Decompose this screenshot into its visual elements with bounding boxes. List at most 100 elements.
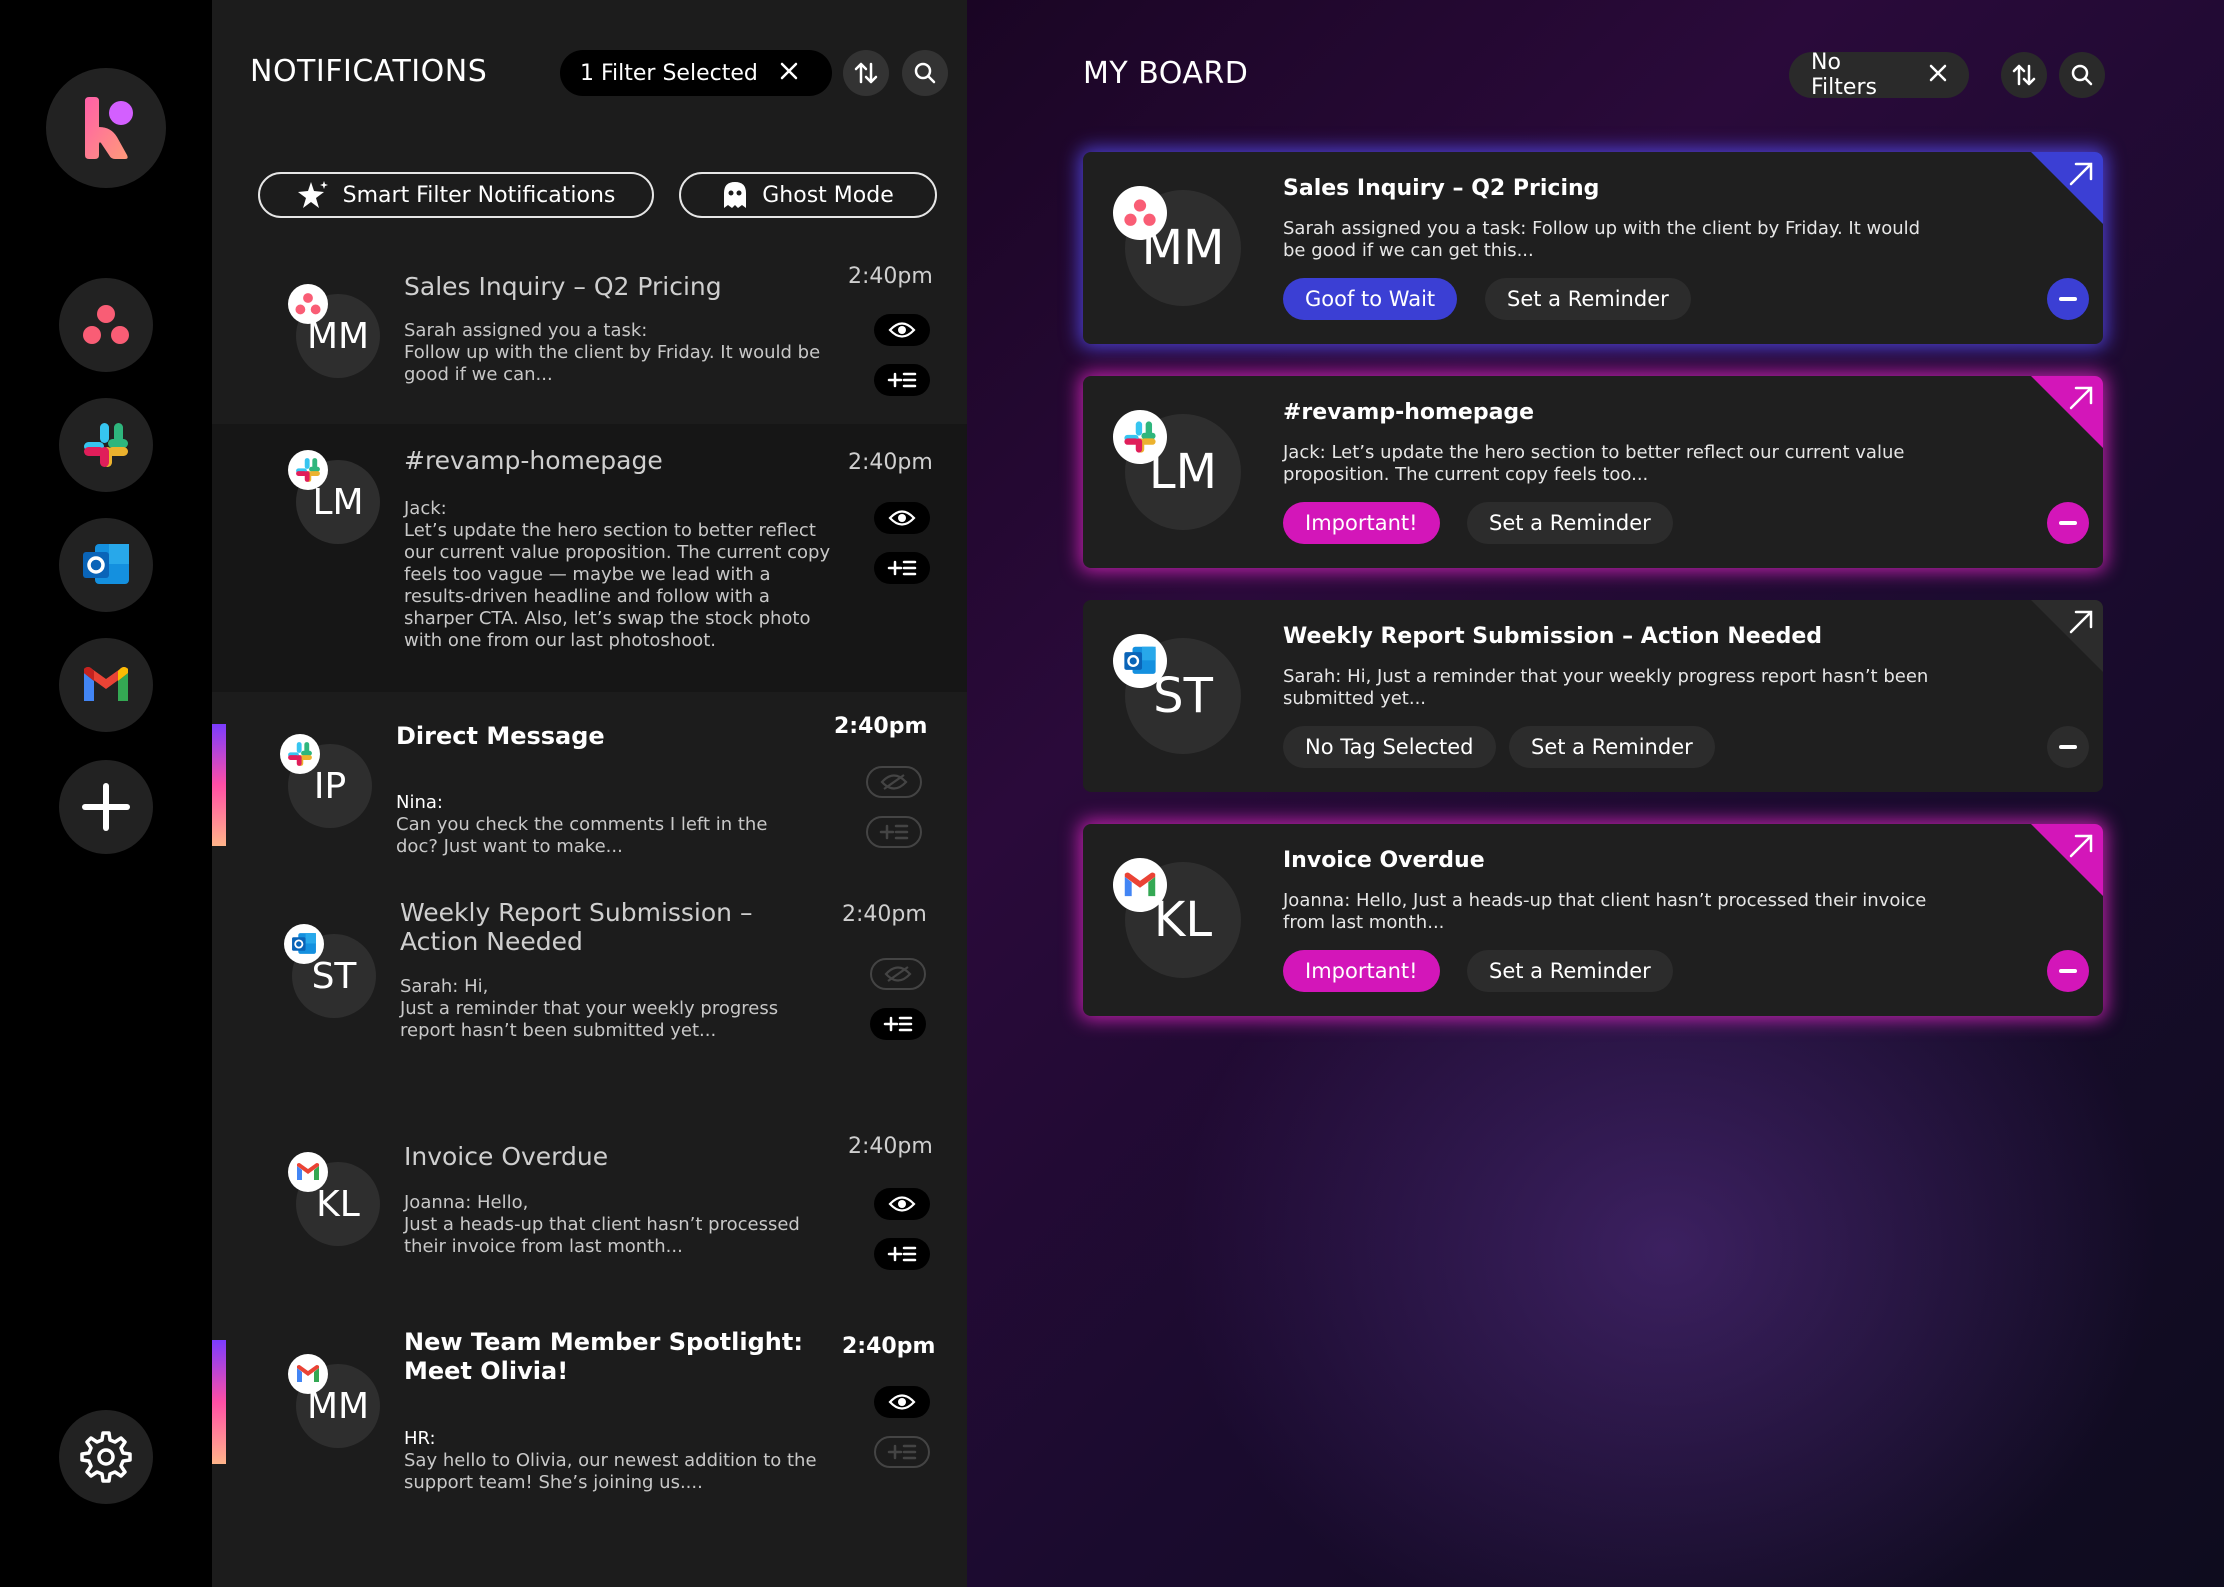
eye-icon [888, 322, 916, 338]
add-to-board-button[interactable] [874, 552, 930, 584]
gmail-icon [297, 1163, 319, 1180]
add-to-board-button[interactable] [866, 816, 922, 848]
notification-sender: HR: [404, 1428, 436, 1449]
slack-icon [296, 458, 320, 482]
card-title: Invoice Overdue [1283, 848, 1485, 873]
mark-read-button[interactable] [874, 1386, 930, 1418]
add-list-icon [887, 1246, 917, 1262]
mark-read-button[interactable] [874, 1188, 930, 1220]
app-badge [288, 1354, 328, 1394]
add-list-icon [887, 372, 917, 388]
asana-icon [1124, 199, 1156, 226]
add-list-icon [887, 1444, 917, 1460]
sort-icon [854, 62, 878, 84]
notification-time: 2:40pm [834, 714, 928, 739]
notification-body: Joanna: Hello, Just a heads-up that clie… [404, 1192, 800, 1257]
expand-arrow-icon[interactable] [2067, 160, 2095, 188]
add-to-board-button[interactable] [874, 1238, 930, 1270]
app-badge [284, 924, 324, 964]
board-sort-button[interactable] [2001, 52, 2047, 98]
rail-asana-button[interactable] [59, 278, 153, 372]
expand-arrow-icon[interactable] [2067, 832, 2095, 860]
notification-title: #revamp-homepage [404, 446, 663, 475]
rail-settings-button[interactable] [59, 1410, 153, 1504]
eye-icon [888, 510, 916, 526]
ghost-mode-label: Ghost Mode [762, 182, 894, 208]
card-tag-button[interactable]: Goof to Wait [1283, 278, 1458, 320]
rail-slack-button[interactable] [59, 398, 153, 492]
notification-item[interactable]: ST Weekly Report Submission – Action Nee… [212, 872, 967, 1112]
mark-read-button[interactable] [874, 314, 930, 346]
set-reminder-button[interactable]: Set a Reminder [1467, 502, 1673, 544]
set-reminder-button[interactable]: Set a Reminder [1467, 950, 1673, 992]
remove-card-button[interactable] [2047, 278, 2089, 320]
notification-body: Nina: Can you check the comments I left i… [396, 770, 796, 858]
board-search-button[interactable] [2059, 52, 2105, 98]
add-list-icon [887, 560, 917, 576]
outlook-icon [1124, 646, 1156, 674]
app-badge [1113, 186, 1167, 240]
rail-add-app-button[interactable] [59, 760, 153, 854]
ghost-icon [724, 182, 747, 208]
add-list-icon [883, 1016, 913, 1032]
close-icon[interactable] [1929, 63, 1947, 88]
set-reminder-button[interactable]: Set a Reminder [1509, 726, 1715, 768]
set-reminder-button[interactable]: Set a Reminder [1485, 278, 1691, 320]
mark-read-button[interactable] [866, 766, 922, 798]
rail-outlook-button[interactable] [59, 518, 153, 612]
smart-filter-button[interactable]: Smart Filter Notifications [258, 172, 654, 218]
notification-title: Weekly Report Submission – Action Needed [400, 898, 753, 956]
notifications-sort-button[interactable] [843, 50, 889, 96]
remove-card-button[interactable] [2047, 950, 2089, 992]
outlook-icon [83, 544, 129, 584]
gmail-icon [84, 667, 128, 701]
remove-card-button[interactable] [2047, 726, 2089, 768]
app-badge [1113, 410, 1167, 464]
add-to-board-button[interactable] [874, 1436, 930, 1468]
card-tag-button[interactable]: Important! [1283, 502, 1440, 544]
card-tag-button[interactable]: Important! [1283, 950, 1440, 992]
add-to-board-button[interactable] [870, 1008, 926, 1040]
asana-icon [295, 293, 321, 315]
notification-item[interactable]: LM #revamp-homepage 2:40pm Jack: Let’s u… [212, 424, 967, 692]
app-logo[interactable] [46, 68, 166, 188]
app-badge [288, 450, 328, 490]
mark-read-button[interactable] [874, 502, 930, 534]
filter-selected-pill[interactable]: 1 Filter Selected [560, 50, 832, 96]
card-tag-button[interactable]: No Tag Selected [1283, 726, 1496, 768]
notification-sender: Nina: [396, 792, 443, 813]
board-card[interactable]: ST Weekly Report Submission – Action Nee… [1083, 600, 2103, 792]
ghost-mode-button[interactable]: Ghost Mode [679, 172, 937, 218]
board-title: MY BOARD [1083, 56, 1249, 91]
remove-card-button[interactable] [2047, 502, 2089, 544]
board-card[interactable]: MM Sales Inquiry – Q2 Pricing Sarah assi… [1083, 152, 2103, 344]
card-title: Weekly Report Submission – Action Needed [1283, 624, 1823, 649]
notification-text: Can you check the comments I left in the… [396, 814, 768, 857]
board-card[interactable]: LM #revamp-homepage Jack: Let’s update t… [1083, 376, 2103, 568]
slack-icon [288, 742, 312, 766]
notification-item[interactable]: KL Invoice Overdue 2:40pm Joanna: Hello,… [212, 1112, 967, 1312]
notification-title: New Team Member Spotlight: Meet Olivia! [404, 1328, 803, 1385]
expand-arrow-icon[interactable] [2067, 384, 2095, 412]
board-filter-pill[interactable]: No Filters [1789, 50, 1969, 100]
rail-gmail-button[interactable] [59, 638, 153, 732]
expand-arrow-icon[interactable] [2067, 608, 2095, 636]
slack-icon [1124, 421, 1156, 453]
notification-time: 2:40pm [842, 1334, 936, 1359]
eye-off-icon [880, 774, 908, 790]
notifications-search-button[interactable] [902, 50, 948, 96]
notification-title: Invoice Overdue [404, 1142, 609, 1171]
board-card[interactable]: KL Invoice Overdue Joanna: Hello, Just a… [1083, 824, 2103, 1016]
search-icon [914, 62, 936, 84]
close-icon[interactable] [780, 61, 798, 86]
notification-item[interactable]: IP Direct Message 2:40pm Nina: Can you ch… [212, 692, 967, 872]
notification-item[interactable]: MM Sales Inquiry – Q2 Pricing 2:40pm Sar… [212, 250, 967, 424]
gmail-icon [1124, 872, 1156, 897]
add-to-board-button[interactable] [874, 364, 930, 396]
app-badge [288, 1152, 328, 1192]
mark-read-button[interactable] [870, 958, 926, 990]
notification-item[interactable]: MM New Team Member Spotlight: Meet Olivi… [212, 1312, 967, 1512]
app-rail [0, 0, 212, 1587]
card-title: Sales Inquiry – Q2 Pricing [1283, 176, 1600, 201]
notification-body: Jack: Let’s update the hero section to b… [404, 498, 831, 651]
